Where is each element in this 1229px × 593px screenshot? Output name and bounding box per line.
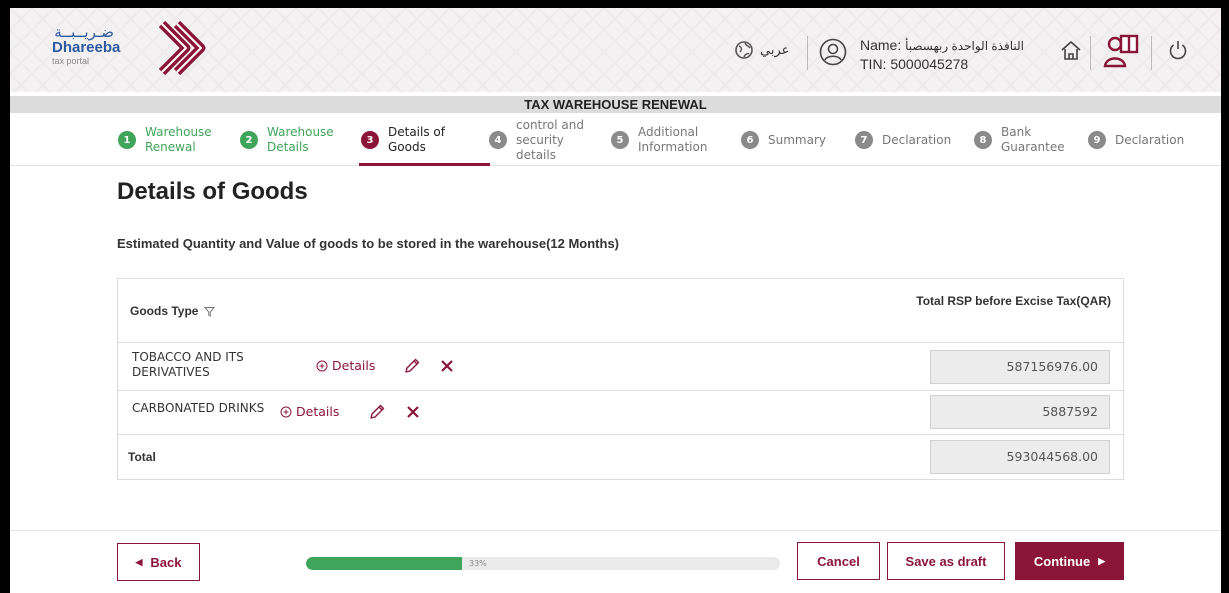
- app-window: ضـريــبــة Dhareeba tax portal عربي Name…: [10, 8, 1221, 593]
- filter-icon[interactable]: [204, 306, 216, 317]
- details-label: Details: [332, 358, 376, 373]
- user-info: Name: النافذة الواحدة ربهسصبأ TIN: 50000…: [860, 36, 1024, 73]
- power-icon[interactable]: [1167, 39, 1189, 61]
- back-button[interactable]: ◀ Back: [117, 543, 200, 581]
- step-label: Additional Information: [638, 125, 708, 154]
- edit-icon[interactable]: [368, 403, 386, 421]
- plus-circle-icon: [280, 406, 292, 417]
- active-step-indicator: [359, 163, 490, 166]
- step-summary[interactable]: 6 Summary: [741, 114, 826, 166]
- brand-subtitle: tax portal: [52, 56, 90, 66]
- divider: [1090, 36, 1091, 70]
- table-row: CARBONATED DRINKS Details 5887592: [118, 391, 1123, 435]
- goods-type-cell: CARBONATED DRINKS: [132, 401, 265, 415]
- process-title: TAX WAREHOUSE RENEWAL: [10, 96, 1221, 113]
- brand-name: Dhareeba: [52, 39, 121, 56]
- step-label: Declaration: [882, 132, 952, 147]
- cancel-button[interactable]: Cancel: [797, 542, 880, 580]
- divider: [1151, 36, 1152, 70]
- amount-field[interactable]: 587156976.00: [930, 350, 1110, 384]
- save-draft-button[interactable]: Save as draft: [887, 542, 1005, 580]
- delete-icon[interactable]: [406, 405, 420, 419]
- user-name-value: النافذة الواحدة ربهسصبأ: [905, 39, 1024, 53]
- total-rsp-header: Total RSP before Excise Tax(QAR): [916, 294, 1111, 308]
- plus-circle-icon: [316, 360, 328, 371]
- user-name-label: Name:: [860, 37, 902, 53]
- dhareeba-logo-icon: [158, 20, 206, 76]
- goods-type-cell: TOBACCO AND ITS DERIVATIVES: [132, 350, 244, 379]
- step-number: 3: [361, 131, 379, 149]
- step-number: 6: [741, 131, 759, 149]
- brand-logo-text: ضـريــبــة Dhareeba tax portal: [52, 24, 120, 66]
- language-label: عربي: [760, 42, 790, 58]
- help-book-icon[interactable]: [1103, 32, 1141, 70]
- back-label: Back: [150, 554, 182, 570]
- total-label: Total: [128, 450, 156, 464]
- wizard-stepper: 1 Warehouse Renewal 2 Warehouse Details …: [10, 114, 1221, 166]
- step-label: Warehouse Details: [267, 125, 334, 154]
- section-subtitle: Estimated Quantity and Value of goods to…: [117, 236, 620, 251]
- page-title: Details of Goods: [117, 178, 308, 205]
- step-number: 7: [855, 131, 873, 149]
- step-warehouse-renewal[interactable]: 1 Warehouse Renewal: [118, 114, 227, 166]
- goods-type-label: Goods Type: [130, 304, 199, 318]
- step-number: 4: [489, 131, 507, 149]
- footer-divider: [10, 530, 1221, 531]
- step-label: control and security details: [516, 117, 584, 162]
- top-header: ضـريــبــة Dhareeba tax portal عربي Name…: [10, 8, 1221, 92]
- home-icon[interactable]: [1059, 39, 1083, 63]
- step-label: Declaration: [1115, 132, 1185, 147]
- delete-icon[interactable]: [440, 359, 454, 373]
- globe-icon: [735, 41, 753, 59]
- total-row: Total 593044568.00: [118, 435, 1123, 479]
- progress-text: 33%: [469, 559, 487, 568]
- continue-arrow-icon: ▶: [1098, 555, 1106, 566]
- user-tin: TIN: 5000045278: [860, 56, 969, 72]
- divider: [807, 36, 808, 70]
- step-declaration-final[interactable]: 9 Declaration: [1088, 114, 1184, 166]
- step-number: 9: [1088, 131, 1106, 149]
- edit-icon[interactable]: [403, 357, 421, 375]
- back-arrow-icon: ◀: [135, 556, 143, 567]
- language-switch[interactable]: عربي: [734, 40, 789, 60]
- step-control-security[interactable]: 4 control and security details: [489, 114, 600, 166]
- user-icon: [819, 38, 847, 66]
- step-number: 1: [118, 131, 136, 149]
- step-label: Warehouse Renewal: [145, 125, 212, 154]
- total-amount-field: 593044568.00: [930, 440, 1110, 474]
- step-label: Bank Guarantee: [1001, 125, 1065, 154]
- goods-type-header[interactable]: Goods Type: [130, 304, 216, 318]
- step-details-of-goods[interactable]: 3 Details of Goods: [361, 114, 458, 166]
- amount-field[interactable]: 5887592: [930, 395, 1110, 429]
- table-header: Goods Type Total RSP before Excise Tax(Q…: [118, 279, 1123, 343]
- step-warehouse-details[interactable]: 2 Warehouse Details: [240, 114, 349, 166]
- details-button[interactable]: Details: [280, 404, 339, 419]
- step-label: Details of Goods: [388, 125, 445, 154]
- brand-arabic: ضـريــبــة: [54, 23, 114, 41]
- table-row: TOBACCO AND ITS DERIVATIVES Details 5871…: [118, 343, 1123, 391]
- details-button[interactable]: Details: [316, 358, 375, 373]
- step-declaration[interactable]: 7 Declaration: [855, 114, 951, 166]
- step-label: Summary: [768, 132, 826, 147]
- step-number: 5: [611, 131, 629, 149]
- step-additional-information[interactable]: 5 Additional Information: [611, 114, 730, 166]
- step-number: 8: [974, 131, 992, 149]
- details-label: Details: [296, 404, 340, 419]
- continue-label: Continue: [1033, 553, 1091, 569]
- step-number: 2: [240, 131, 258, 149]
- goods-table: Goods Type Total RSP before Excise Tax(Q…: [117, 278, 1124, 480]
- continue-button[interactable]: Continue ▶: [1015, 542, 1124, 580]
- progress-bar: [306, 557, 780, 570]
- step-bank-guarantee[interactable]: 8 Bank Guarantee: [974, 114, 1069, 166]
- progress-fill: [306, 557, 463, 570]
